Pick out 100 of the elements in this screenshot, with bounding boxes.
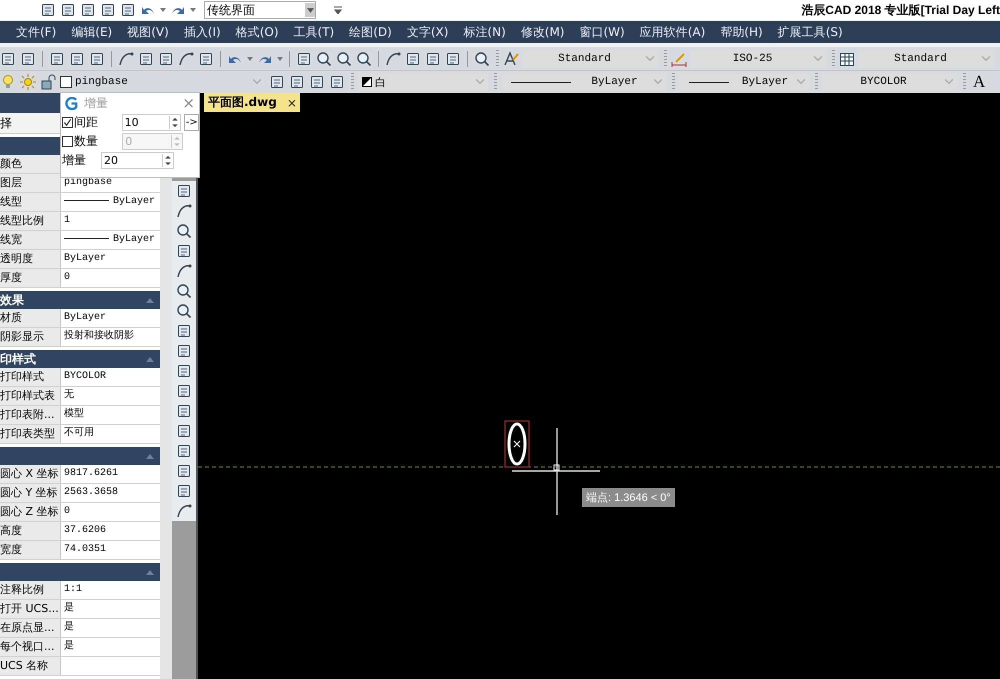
line-sample: [64, 238, 109, 239]
caret-icon[interactable]: [277, 56, 283, 60]
property-value[interactable]: 0: [61, 269, 160, 287]
spline-icon[interactable]: [176, 263, 192, 279]
field-label: 增量: [62, 152, 87, 169]
property-label: 打印表附...: [0, 406, 61, 424]
menu-item[interactable]: 视图(V): [127, 24, 169, 40]
section-header[interactable]: 印样式: [0, 350, 160, 368]
property-label: 图层: [0, 174, 61, 192]
linetype-dropdown[interactable]: ByLayer: [501, 73, 666, 91]
collapse-icon[interactable]: [146, 454, 154, 458]
drawing-canvas[interactable]: 平面图.dwg × 端点: 1.3646 < 0°: [198, 93, 1000, 679]
lock-icon[interactable]: [40, 74, 56, 90]
property-value[interactable]: 无: [61, 387, 160, 405]
caret-icon[interactable]: [247, 56, 253, 60]
menu-item[interactable]: 应用软件(A): [640, 24, 706, 40]
property-label: 透明度: [0, 250, 61, 268]
property-label: 打开 UCS...: [0, 600, 61, 618]
section-title: 印样式: [0, 350, 36, 368]
property-label: 注释比例: [0, 581, 61, 599]
property-label: 厚度: [0, 269, 61, 287]
property-label: 颜色: [0, 155, 61, 173]
customize-icon[interactable]: [334, 6, 342, 14]
property-value[interactable]: 不可用: [61, 425, 160, 443]
property-value[interactable]: 投射和接收阴影: [61, 328, 160, 346]
section-header[interactable]: 效果: [0, 291, 160, 309]
checkbox[interactable]: [62, 117, 73, 128]
property-value[interactable]: 1:1: [61, 581, 160, 599]
close-tab-button[interactable]: ×: [286, 96, 297, 110]
menu-item[interactable]: 扩展工具(S): [778, 24, 843, 40]
property-value[interactable]: pingbase: [61, 174, 160, 192]
menu-item[interactable]: 文字(X): [406, 24, 448, 40]
spinner-icon[interactable]: [169, 116, 180, 129]
caret-icon[interactable]: [306, 8, 314, 12]
property-label: 线型比例: [0, 212, 61, 230]
rectangle-icon[interactable]: [176, 183, 192, 199]
number-field[interactable]: 20: [101, 152, 174, 169]
color-dropdown[interactable]: 白: [358, 73, 488, 91]
property-label: 圆心 Z 坐标: [0, 503, 61, 521]
field-label: 间距: [74, 114, 99, 131]
zoom-icon[interactable]: [316, 50, 332, 66]
number-field[interactable]: 10: [122, 114, 182, 131]
property-value[interactable]: 是: [61, 619, 160, 637]
menu-item[interactable]: 编辑(E): [71, 24, 112, 40]
caret-icon[interactable]: [160, 8, 166, 12]
text-style-button[interactable]: A: [970, 72, 988, 92]
menu-item[interactable]: 绘图(D): [349, 24, 392, 40]
file-tab[interactable]: 平面图.dwg ×: [204, 93, 300, 112]
property-value[interactable]: 37.6206: [61, 522, 160, 540]
text-style-dropdown[interactable]: Standard: [523, 50, 658, 68]
property-value[interactable]: ByLayer: [61, 231, 160, 249]
property-label: 圆心 X 坐标: [0, 465, 61, 483]
dimension-style-icon[interactable]: [671, 50, 687, 66]
property-value[interactable]: 9817.6261: [61, 465, 160, 483]
zoom-icon[interactable]: [336, 50, 352, 66]
property-label: 打印样式: [0, 368, 61, 386]
zoom-icon[interactable]: [356, 50, 372, 66]
logo-icon: [65, 96, 78, 110]
lineweight-dropdown[interactable]: ByLayer: [679, 73, 809, 91]
menu-item[interactable]: 修改(M): [520, 24, 564, 40]
menu-item[interactable]: 格式(O): [236, 24, 279, 40]
caret-icon[interactable]: [190, 8, 196, 12]
close-button[interactable]: ×: [182, 94, 195, 112]
table-style-dropdown[interactable]: Standard: [859, 50, 994, 68]
color-swatch-icon: [60, 76, 72, 88]
property-value[interactable]: 0: [61, 503, 160, 521]
property-label: 在原点显...: [0, 619, 61, 637]
table-style-icon[interactable]: [839, 50, 855, 66]
menu-item[interactable]: 文件(F): [16, 24, 56, 40]
menu-item[interactable]: 帮助(H): [720, 24, 763, 40]
collapse-icon[interactable]: [146, 356, 154, 362]
property-value[interactable]: 是: [61, 600, 160, 618]
property-value[interactable]: 2563.3658: [61, 484, 160, 502]
window-title: 浩辰CAD 2018 专业版[Trial Day Left: [801, 2, 1000, 18]
text-style-icon[interactable]: [503, 50, 519, 66]
menu-item[interactable]: 标注(N): [463, 24, 506, 40]
property-value[interactable]: ByLayer: [61, 309, 160, 327]
property-label: 线型: [0, 193, 61, 211]
property-value[interactable]: 模型: [61, 406, 160, 424]
property-value[interactable]: ByLayer: [61, 193, 160, 211]
workspace-dropdown[interactable]: 传统界面: [204, 1, 316, 19]
spinner-icon[interactable]: [162, 154, 173, 167]
menu-item[interactable]: 工具(T): [294, 24, 334, 40]
arc-icon[interactable]: [176, 203, 192, 219]
new-document-icon[interactable]: [40, 2, 56, 18]
property-value[interactable]: BYCOLOR: [61, 368, 160, 386]
property-value[interactable]: ByLayer: [61, 250, 160, 268]
apply-button[interactable]: ->: [184, 114, 199, 131]
collapse-icon[interactable]: [146, 298, 154, 302]
menu-item[interactable]: 插入(I): [184, 24, 221, 40]
property-label: 阴影显示: [0, 328, 61, 346]
collapse-icon[interactable]: [146, 570, 154, 574]
ellipse-shape[interactable]: [508, 422, 526, 466]
menu-item[interactable]: 窗口(W): [579, 24, 625, 40]
property-value[interactable]: 是: [61, 638, 160, 656]
plot-style-dropdown[interactable]: BYCOLOR: [822, 73, 957, 91]
property-value[interactable]: 74.0351: [61, 541, 160, 559]
page-icon[interactable]: [329, 74, 345, 90]
dimension-style-dropdown[interactable]: ISO-25: [691, 50, 826, 68]
property-value[interactable]: 1: [61, 212, 160, 230]
